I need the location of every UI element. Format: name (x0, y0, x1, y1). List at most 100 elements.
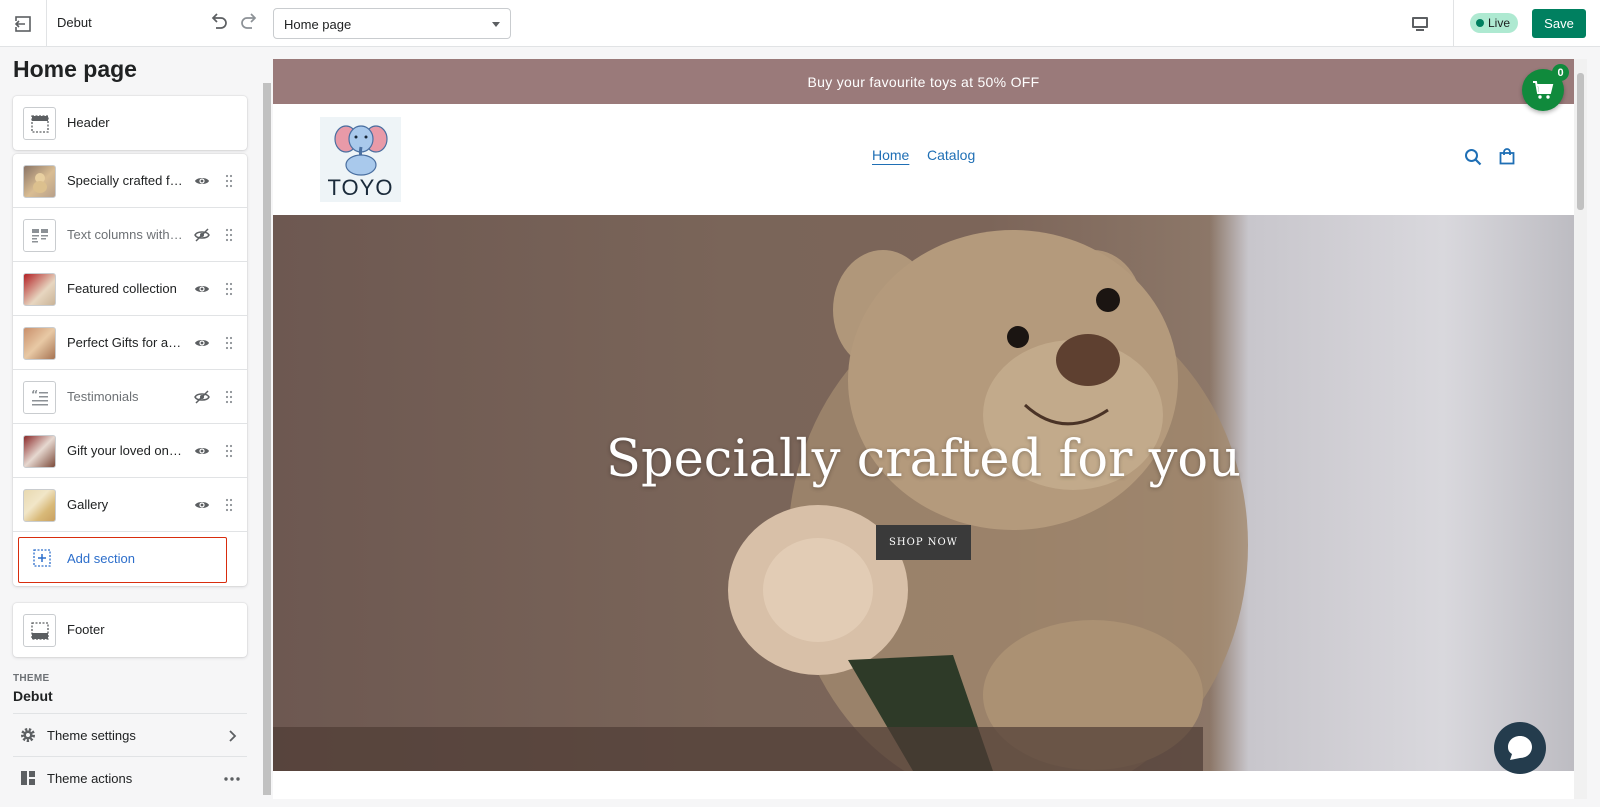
page-selector[interactable]: Home page (273, 8, 511, 39)
section-item[interactable]: Perfect Gifts for all occasions (13, 316, 247, 370)
sidebar-scrollbar[interactable] (262, 47, 272, 807)
eye-hidden-icon[interactable] (194, 389, 210, 405)
section-item[interactable]: Specially crafted for you (13, 154, 247, 208)
hero-teddy-bear-image (273, 230, 1248, 771)
sections-card: Specially crafted for you Text columns w… (13, 154, 247, 586)
theme-current-name: Debut (13, 688, 53, 704)
section-item[interactable]: Text columns with images (13, 208, 247, 262)
theme-settings-label: Theme settings (47, 728, 136, 743)
save-button[interactable]: Save (1532, 9, 1586, 38)
status-dot-icon (1476, 19, 1484, 27)
section-label: Header (67, 115, 110, 130)
eye-icon[interactable] (194, 173, 210, 189)
section-label: Specially crafted for you (67, 173, 184, 188)
shop-now-button[interactable]: SHOP NOW (876, 525, 971, 560)
eye-hidden-icon[interactable] (194, 227, 210, 243)
footer-card: Footer (13, 603, 247, 657)
cart-icon (1533, 81, 1554, 99)
theme-heading: THEME (13, 673, 50, 684)
more-horizontal-icon[interactable] (223, 770, 241, 788)
section-label: Gift your loved ones! (67, 443, 184, 458)
footer-section-icon (23, 614, 56, 647)
section-label: Testimonials (67, 389, 139, 404)
redo-icon (241, 13, 257, 29)
section-item[interactable]: Gallery (13, 478, 247, 532)
theme-actions-icon (21, 771, 35, 785)
drag-handle-icon[interactable] (225, 498, 233, 512)
live-label: Live (1488, 16, 1511, 30)
gear-icon (21, 728, 35, 742)
add-section-button[interactable]: Add section (13, 532, 247, 586)
header-card: Header (13, 96, 247, 150)
desktop-view-button[interactable] (1408, 12, 1432, 36)
shopping-bag-icon[interactable] (1498, 147, 1516, 165)
preview-scrollbar-thumb[interactable] (1577, 73, 1584, 210)
testimonials-quote-icon: “ (23, 381, 56, 414)
section-thumbnail (23, 489, 56, 522)
chevron-down-icon (492, 22, 500, 27)
header-section-icon (23, 107, 56, 140)
eye-icon[interactable] (194, 497, 210, 513)
section-label: Gallery (67, 497, 109, 512)
theme-name: Debut (57, 15, 92, 30)
drag-handle-icon[interactable] (225, 174, 233, 188)
preview-scrollbar[interactable] (1574, 59, 1587, 799)
drag-handle-icon[interactable] (225, 228, 233, 242)
section-label: Footer (67, 622, 105, 637)
drag-handle-icon[interactable] (225, 390, 233, 404)
chevron-right-icon (229, 730, 237, 742)
add-section-label: Add section (67, 551, 135, 566)
cart-count-badge: 0 (1552, 64, 1569, 81)
theme-actions-label: Theme actions (47, 771, 133, 786)
theme-actions-link[interactable]: Theme actions (13, 756, 247, 799)
chat-widget-button[interactable] (1494, 722, 1546, 774)
section-label: Featured collection (67, 281, 177, 296)
drag-handle-icon[interactable] (225, 444, 233, 458)
section-thumbnail (23, 327, 56, 360)
logo-text: TOYO (327, 175, 394, 200)
sections-sidebar: Home page Header Specially crafted for y… (0, 47, 262, 807)
section-label: Perfect Gifts for all occasions (67, 335, 184, 350)
desktop-icon (1412, 17, 1428, 31)
editor-topbar: Debut Home page Live Save (0, 0, 1600, 47)
undo-icon (211, 13, 227, 29)
section-item[interactable]: “ Testimonials (13, 370, 247, 424)
undo-button[interactable] (207, 10, 231, 34)
drag-handle-icon[interactable] (225, 282, 233, 296)
svg-text:“: “ (31, 389, 38, 401)
page-title: Home page (13, 56, 137, 82)
exit-icon (14, 15, 31, 32)
text-columns-icon (23, 219, 56, 252)
nav-link-home[interactable]: Home (872, 147, 909, 163)
chat-bubble-icon (1508, 736, 1532, 760)
section-item-footer[interactable]: Footer (13, 603, 247, 657)
section-thumbnail (23, 165, 56, 198)
section-item-header[interactable]: Header (13, 96, 247, 150)
add-section-icon (33, 549, 51, 567)
section-item[interactable]: Featured collection (13, 262, 247, 316)
section-thumbnail (23, 273, 56, 306)
elephant-logo-icon (333, 125, 388, 176)
drag-handle-icon[interactable] (225, 336, 233, 350)
sidebar-scrollbar-thumb[interactable] (263, 83, 271, 795)
store-logo[interactable]: TOYO (320, 117, 401, 202)
page-selector-value: Home page (284, 17, 352, 32)
hero-slideshow: Specially crafted for you SHOP NOW (273, 215, 1574, 771)
section-thumbnail (23, 435, 56, 468)
live-status-badge: Live (1470, 13, 1519, 33)
exit-button[interactable] (0, 0, 47, 47)
eye-icon[interactable] (194, 281, 210, 297)
theme-settings-link[interactable]: Theme settings (13, 713, 247, 756)
search-icon[interactable] (1464, 148, 1482, 166)
announcement-bar: Buy your favourite toys at 50% OFF (273, 59, 1574, 104)
hero-title: Specially crafted for you (606, 430, 1241, 489)
storefront-preview: Buy your favourite toys at 50% OFF TOYO … (273, 59, 1587, 799)
section-label: Text columns with images (67, 227, 184, 242)
eye-icon[interactable] (194, 335, 210, 351)
redo-button[interactable] (237, 10, 261, 34)
eye-icon[interactable] (194, 443, 210, 459)
topbar-divider (1453, 0, 1454, 47)
section-item[interactable]: Gift your loved ones! (13, 424, 247, 478)
nav-link-catalog[interactable]: Catalog (927, 147, 975, 163)
store-header: TOYO Home Catalog (273, 104, 1574, 215)
